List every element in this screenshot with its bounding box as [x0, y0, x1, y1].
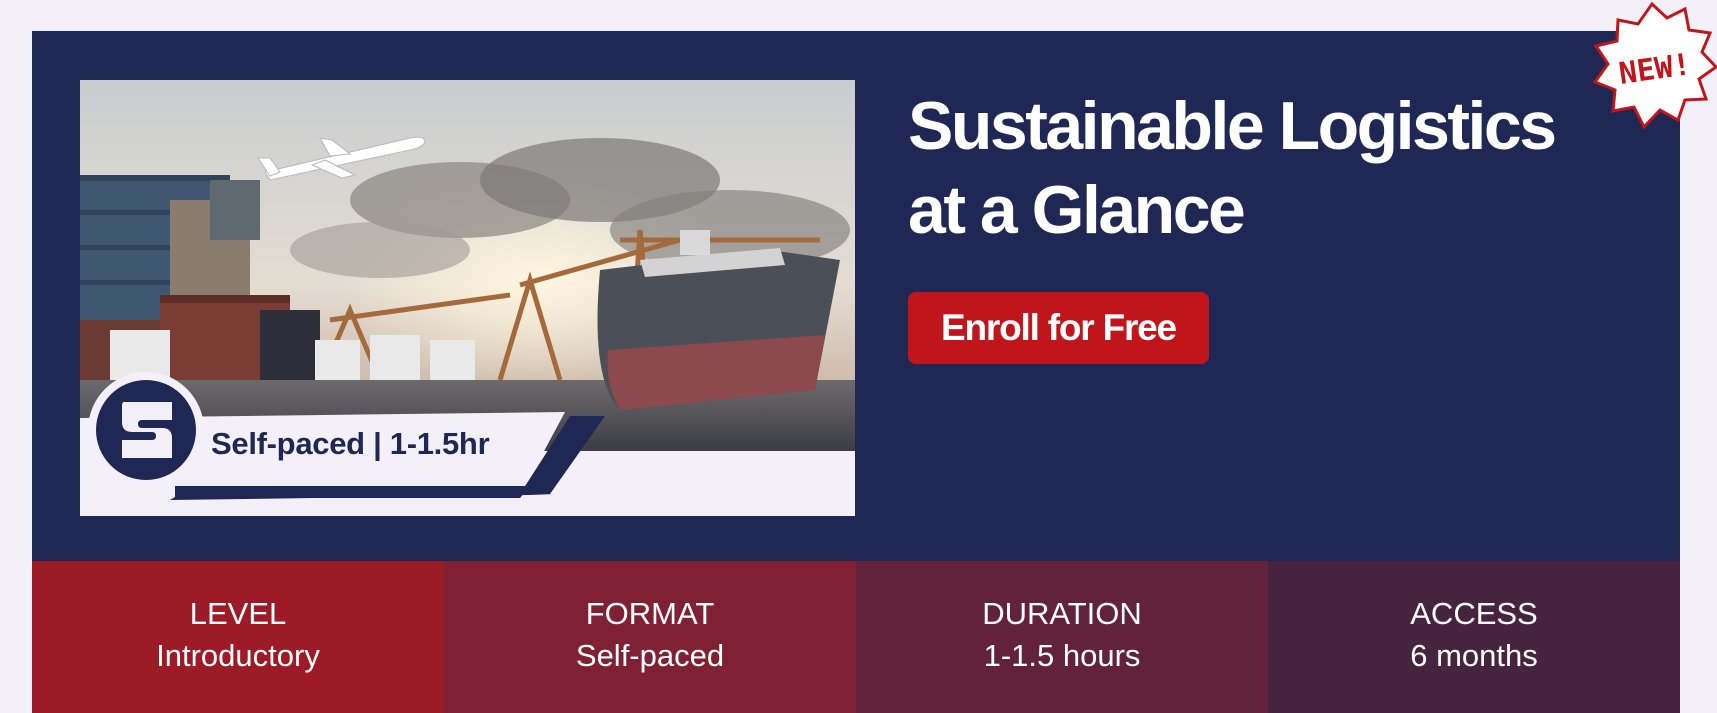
- stat-label: DURATION: [982, 596, 1142, 631]
- hero-image: [80, 80, 855, 451]
- starburst-badge-icon: NEW!: [1592, 1, 1717, 130]
- course-title-line1: Sustainable Logistics: [908, 88, 1557, 164]
- stat-access: ACCESS 6 months: [1268, 561, 1680, 713]
- course-stats: LEVEL Introductory FORMAT Self-paced DUR…: [32, 561, 1680, 713]
- course-title: Sustainable Logistics at a Glance: [908, 84, 1648, 252]
- stat-value: 6 months: [1410, 638, 1538, 673]
- stat-duration: DURATION 1-1.5 hours: [856, 561, 1268, 713]
- stat-value: Self-paced: [575, 638, 725, 673]
- stat-format: FORMAT Self-paced: [444, 561, 856, 713]
- stat-level: LEVEL Introductory: [32, 561, 444, 713]
- enroll-button[interactable]: Enroll for Free: [908, 292, 1209, 364]
- course-title-line2: at a Glance: [908, 172, 1246, 248]
- course-hero-card: Self-paced | 1-1.5hr: [80, 80, 855, 516]
- stat-value: 1-1.5 hours: [983, 638, 1141, 673]
- course-logo: [88, 372, 204, 488]
- stat-value: Introductory: [156, 638, 320, 673]
- format-badge-text: Self-paced | 1-1.5hr: [211, 426, 490, 461]
- s-logo-icon: [96, 380, 196, 480]
- stat-label: LEVEL: [189, 596, 287, 631]
- stat-label: FORMAT: [585, 596, 715, 631]
- stat-label: ACCESS: [1410, 596, 1538, 631]
- course-page: Self-paced | 1-1.5hr Sustainable Logisti…: [0, 0, 1717, 713]
